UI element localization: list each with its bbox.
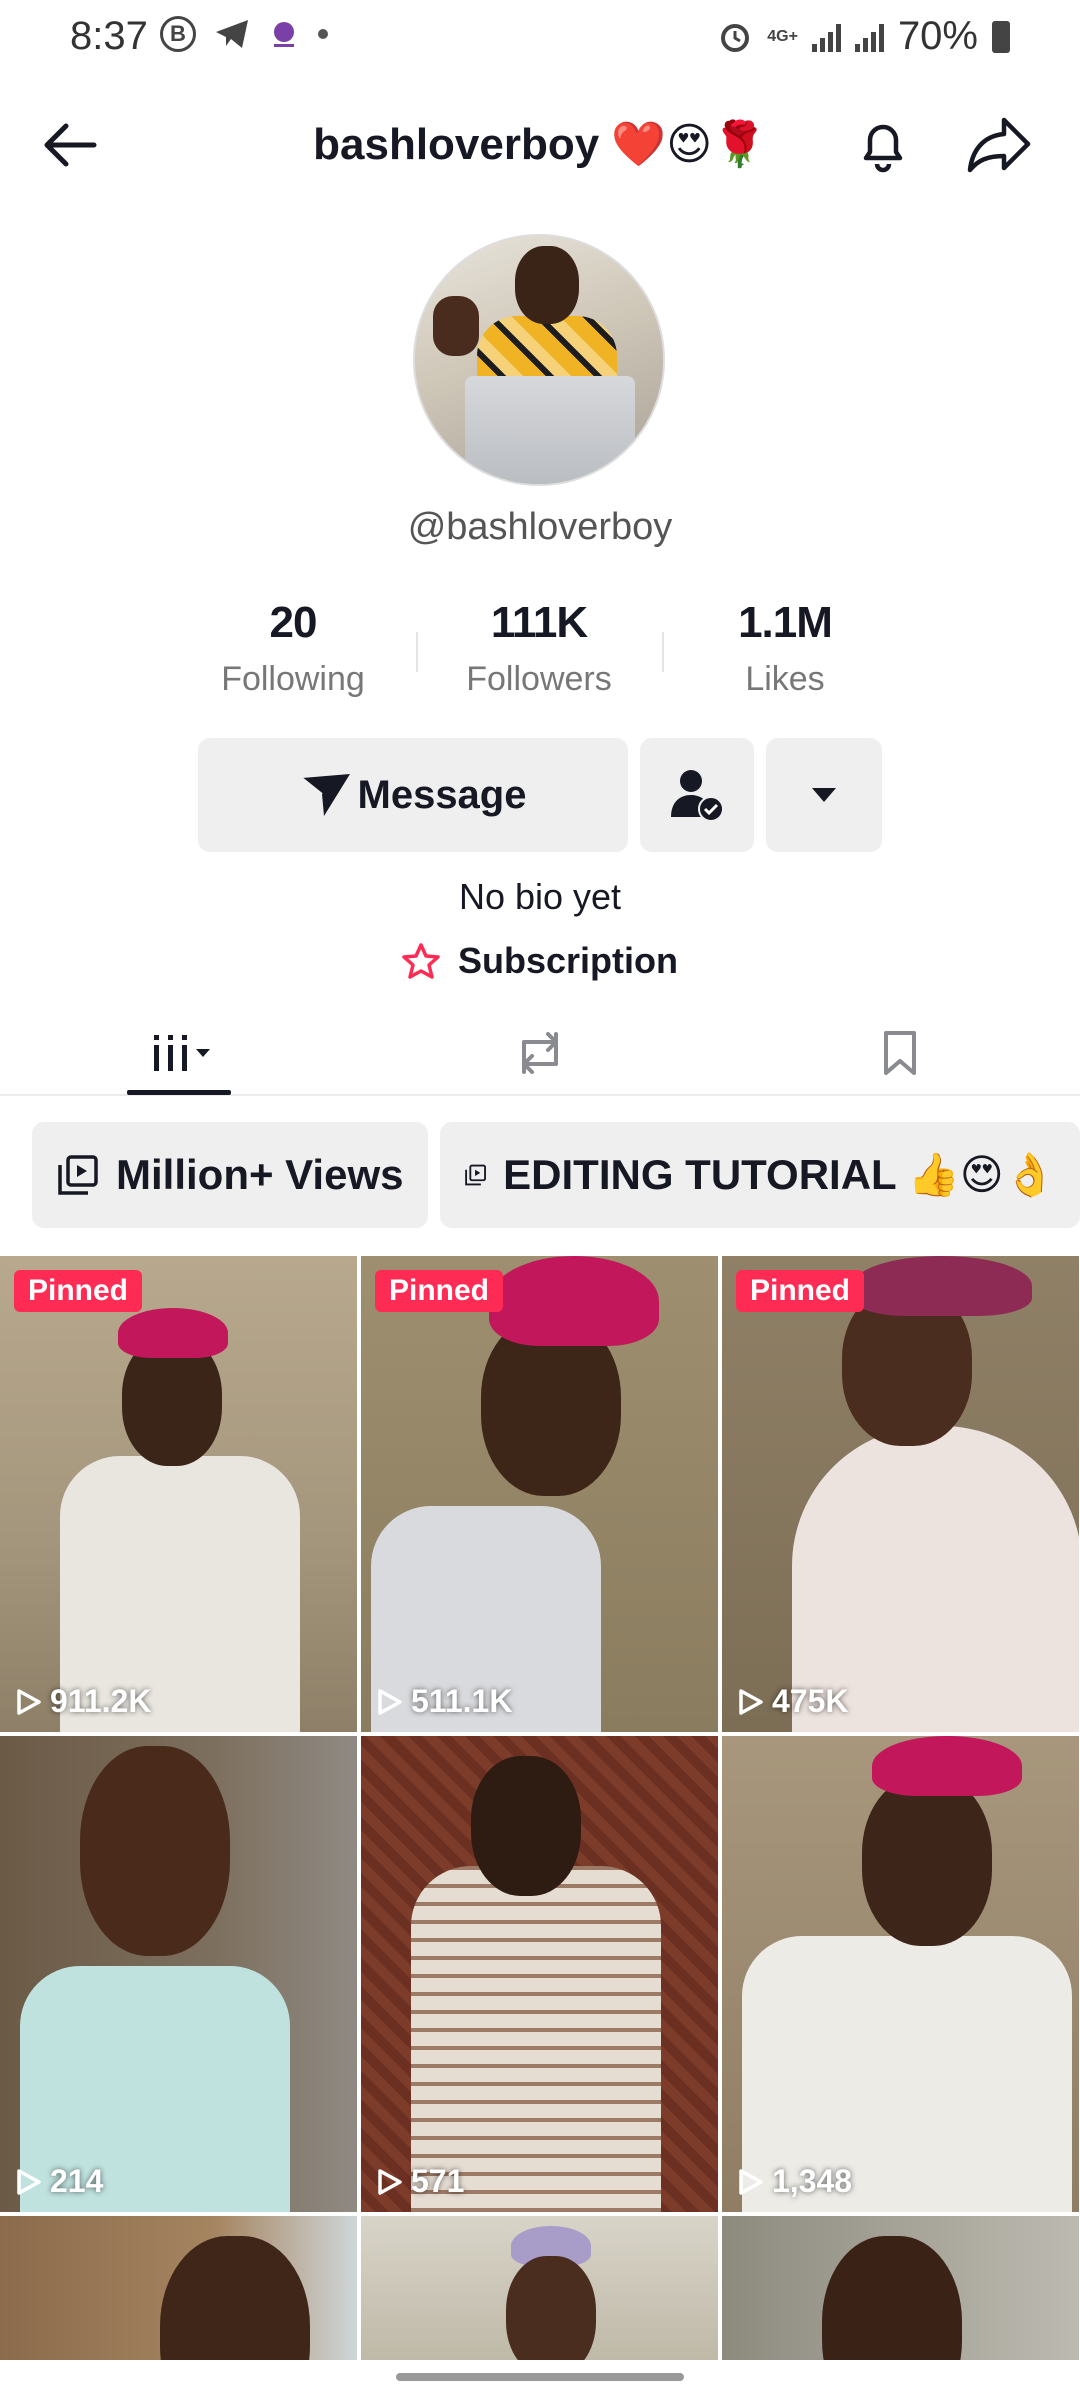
stat-following[interactable]: 20 Following bbox=[170, 598, 416, 708]
more-notifications-dot bbox=[318, 29, 328, 39]
playlist-row: Million+ Views EDITING TUTORIAL 👍😍👌 bbox=[32, 1122, 1080, 1228]
user-check-icon bbox=[671, 770, 724, 822]
page-title: bashloverboy ❤️😍🌹 bbox=[313, 120, 767, 169]
following-status-button[interactable] bbox=[640, 738, 754, 852]
video-thumbnail[interactable] bbox=[0, 2216, 357, 2360]
signal-icon-2 bbox=[854, 22, 884, 52]
subscription-label: Subscription bbox=[458, 940, 679, 981]
tab-videos[interactable] bbox=[0, 1010, 360, 1096]
video-thumbnail[interactable]: Pinned 511.1K bbox=[361, 1256, 718, 1732]
more-options-button[interactable] bbox=[766, 738, 882, 852]
view-count: 911.2K bbox=[16, 1683, 151, 1720]
stat-followers[interactable]: 111K Followers bbox=[416, 598, 662, 708]
stat-likes[interactable]: 1.1M Likes bbox=[662, 598, 908, 708]
play-icon bbox=[378, 1688, 402, 1715]
view-count: 1,348 bbox=[738, 2163, 852, 2200]
video-thumbnail[interactable]: Pinned 475K bbox=[722, 1256, 1079, 1732]
tab-favorites[interactable] bbox=[720, 1010, 1080, 1096]
pinned-badge: Pinned bbox=[736, 1270, 865, 1312]
stat-value: 111K bbox=[490, 598, 588, 647]
view-count: 511.1K bbox=[377, 1683, 512, 1720]
notification-icons: B bbox=[160, 16, 328, 52]
status-time: 8:37 bbox=[70, 14, 148, 58]
view-count-text: 214 bbox=[50, 2163, 104, 2199]
view-count-text: 1,348 bbox=[772, 2163, 853, 2199]
status-right: 4G+ 70% bbox=[717, 14, 1010, 59]
profile-stats: 20 Following 111K Followers 1.1M Likes bbox=[170, 598, 910, 708]
b-badge-icon: B bbox=[160, 16, 196, 52]
status-bar: 8:37 B 4G+ 70% bbox=[0, 0, 1080, 76]
bio-text: No bio yet bbox=[458, 876, 622, 917]
share-button[interactable] bbox=[964, 114, 1034, 176]
play-icon bbox=[739, 2168, 763, 2195]
view-count-text: 511.1K bbox=[411, 1683, 513, 1719]
playlist-chip[interactable]: Million+ Views bbox=[32, 1122, 428, 1228]
app-notification-icon bbox=[274, 22, 294, 47]
profile-handle: @bashloverboy bbox=[407, 506, 673, 548]
stat-label: Following bbox=[221, 660, 365, 698]
signal-icon bbox=[811, 22, 841, 52]
telegram-icon bbox=[216, 20, 248, 48]
content-tabs bbox=[0, 1010, 1080, 1096]
paper-plane-icon bbox=[300, 774, 350, 816]
play-icon bbox=[17, 2168, 41, 2195]
tab-reposts[interactable] bbox=[360, 1010, 720, 1096]
playlist-icon bbox=[58, 1155, 98, 1195]
stat-label: Followers bbox=[466, 660, 612, 698]
battery-percent: 70% bbox=[897, 14, 978, 58]
repost-icon bbox=[522, 1032, 558, 1074]
stat-value: 20 bbox=[269, 598, 318, 647]
playlist-icon bbox=[465, 1164, 486, 1186]
battery-icon bbox=[992, 20, 1010, 53]
stat-label: Likes bbox=[745, 660, 825, 698]
grid-dropdown-icon bbox=[154, 1035, 210, 1071]
alarm-icon bbox=[721, 23, 750, 52]
pinned-badge: Pinned bbox=[375, 1270, 504, 1312]
view-count-text: 475K bbox=[772, 1683, 849, 1719]
video-thumbnail[interactable]: 214 bbox=[0, 1736, 357, 2212]
caret-down-icon bbox=[812, 788, 836, 802]
play-icon bbox=[17, 1688, 41, 1715]
share-arrow-icon bbox=[967, 117, 1031, 173]
notifications-button[interactable] bbox=[852, 114, 914, 176]
view-count: 214 bbox=[16, 2163, 103, 2200]
playlist-label: Million+ Views bbox=[116, 1151, 404, 1198]
video-thumbnail[interactable]: 1,348 bbox=[722, 1736, 1079, 2212]
bell-icon bbox=[863, 124, 903, 173]
subscription-link[interactable]: Subscription bbox=[400, 940, 678, 982]
playlist-chip[interactable]: EDITING TUTORIAL 👍😍👌 bbox=[440, 1122, 1080, 1228]
view-count: 571 bbox=[377, 2163, 464, 2200]
video-thumbnail[interactable] bbox=[722, 2216, 1079, 2360]
video-thumbnail[interactable] bbox=[361, 2216, 718, 2360]
video-thumbnail[interactable]: Pinned 911.2K bbox=[0, 1256, 357, 1732]
playlist-label: EDITING TUTORIAL 👍😍👌 bbox=[503, 1151, 1056, 1198]
message-button[interactable]: Message bbox=[198, 738, 628, 852]
play-icon bbox=[739, 1688, 763, 1715]
video-grid: Pinned 911.2K Pinned 511.1K Pinned 475K … bbox=[0, 1256, 1080, 2360]
home-indicator[interactable] bbox=[396, 2373, 684, 2381]
view-count-text: 911.2K bbox=[50, 1683, 152, 1719]
profile-header: bashloverboy ❤️😍🌹 bbox=[0, 100, 1080, 190]
network-type: 4G+ bbox=[767, 27, 798, 45]
active-tab-indicator bbox=[127, 1090, 231, 1095]
pinned-badge: Pinned bbox=[14, 1270, 143, 1312]
avatar[interactable] bbox=[413, 234, 665, 486]
message-label: Message bbox=[357, 772, 527, 817]
video-thumbnail[interactable]: 571 bbox=[361, 1736, 718, 2212]
stat-value: 1.1M bbox=[738, 598, 833, 647]
star-sparkle-icon bbox=[402, 943, 440, 979]
view-count-text: 571 bbox=[411, 2163, 465, 2199]
view-count: 475K bbox=[738, 1683, 849, 1720]
play-icon bbox=[378, 2168, 402, 2195]
bookmark-icon bbox=[884, 1031, 916, 1075]
